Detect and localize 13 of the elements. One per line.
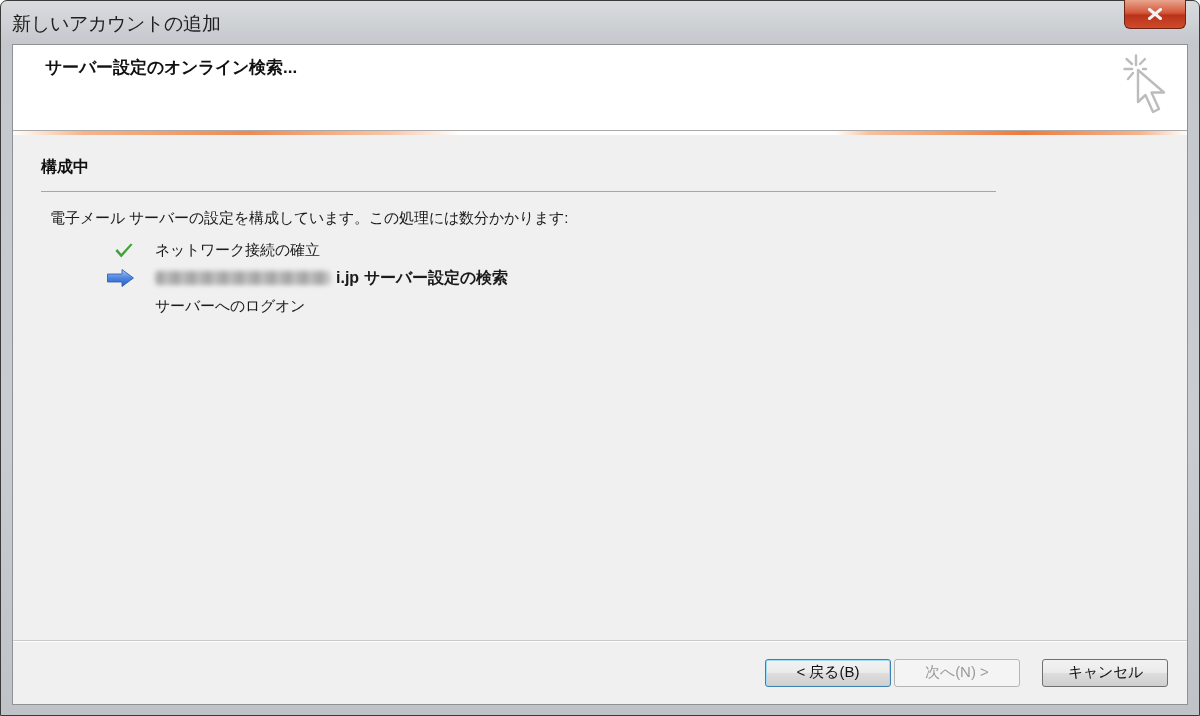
close-button[interactable]	[1124, 0, 1186, 29]
step-label: ネットワーク接続の確立	[155, 240, 320, 260]
arrow-right-icon	[107, 269, 134, 287]
close-icon	[1148, 8, 1162, 20]
section-heading: 構成中	[41, 157, 89, 177]
page-title: サーバー設定のオンライン検索...	[45, 57, 298, 79]
window-title: 新しいアカウントの追加	[12, 12, 221, 36]
step-label: サーバーへのログオン	[155, 296, 305, 316]
dialog-button[interactable]: < 戻る(B)	[765, 658, 891, 687]
step-label: i.jp サーバー設定の検索	[336, 267, 508, 288]
check-icon	[115, 242, 133, 258]
description-text: 電子メール サーバーの設定を構成しています。この処理には数分かかります:	[50, 209, 569, 228]
dialog-button[interactable]: キャンセル	[1042, 658, 1168, 687]
